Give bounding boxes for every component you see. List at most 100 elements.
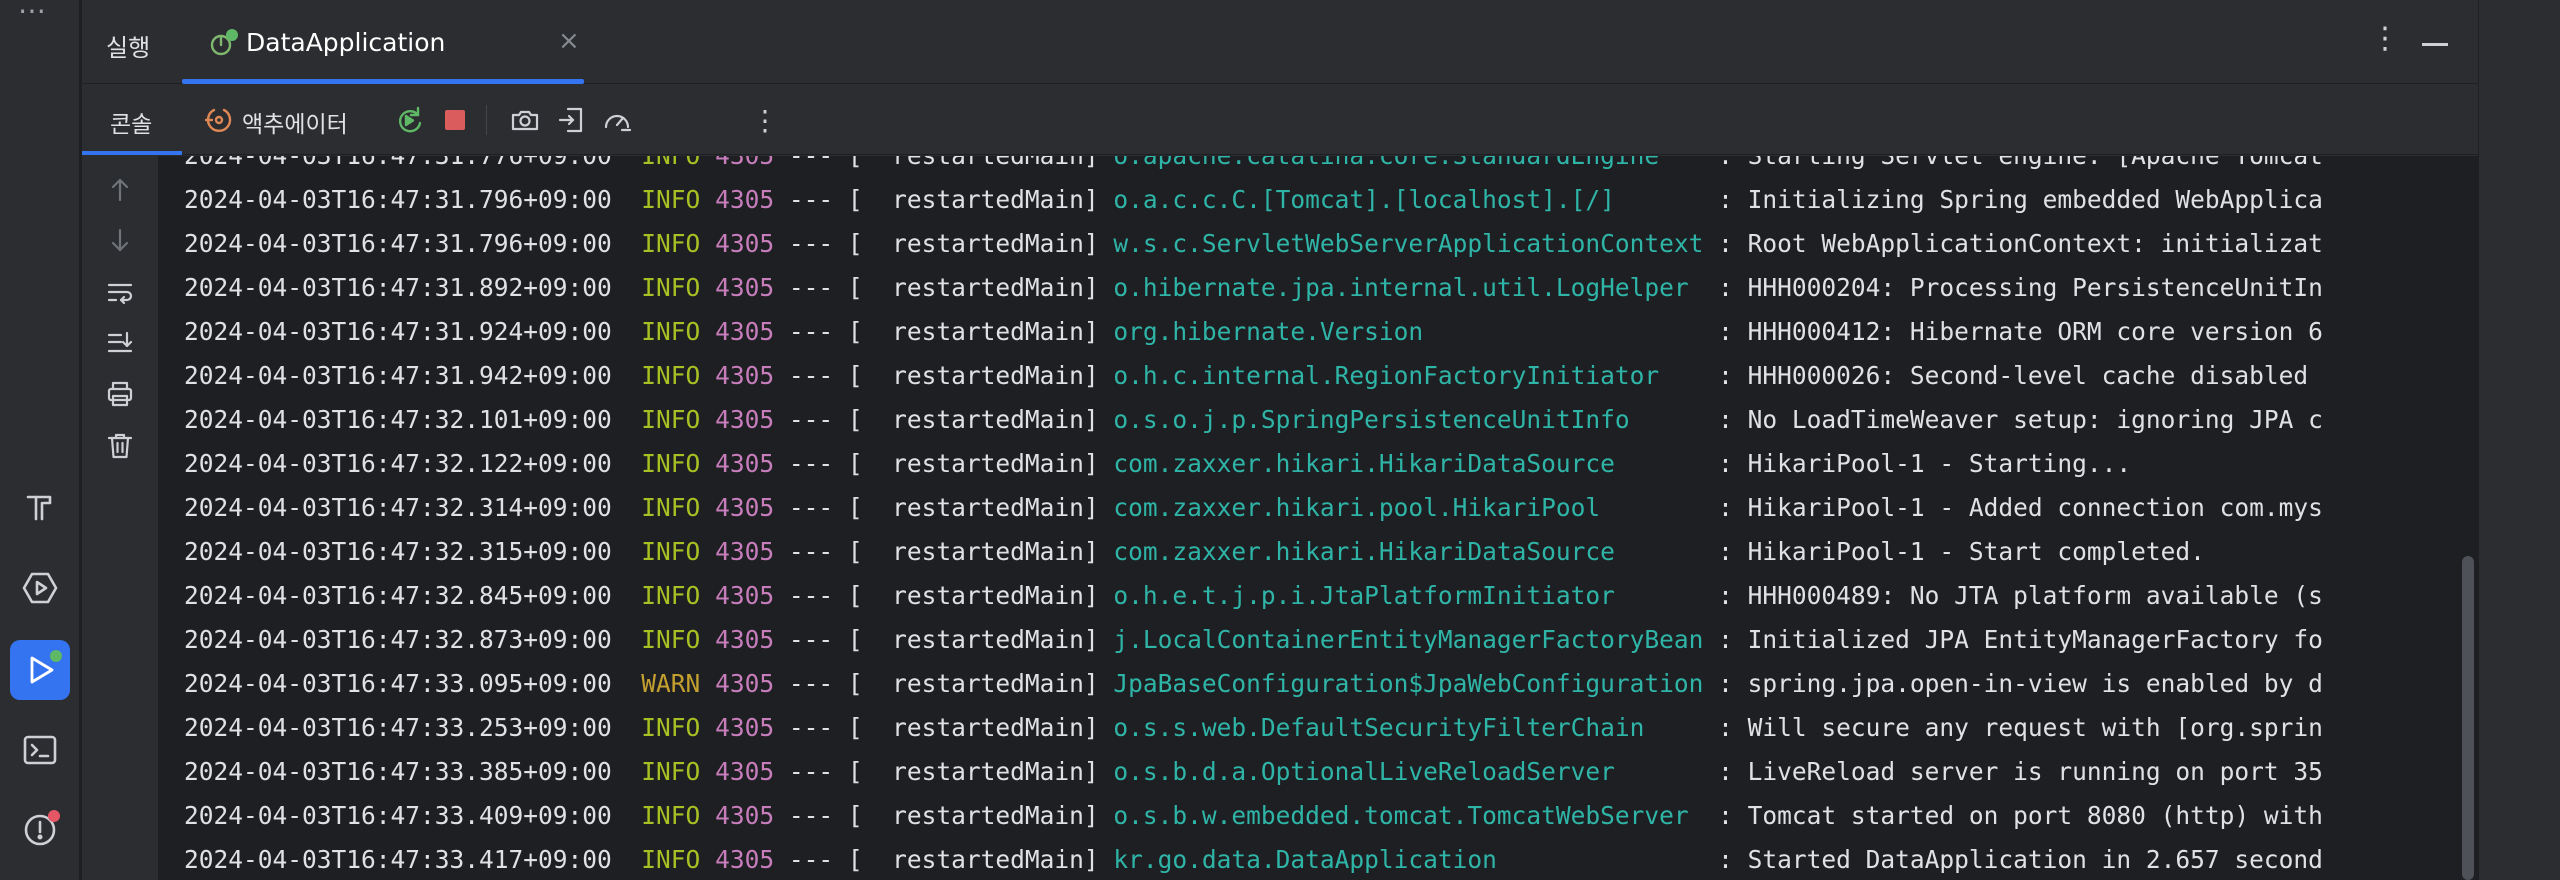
scrollbar-thumb[interactable] xyxy=(2462,556,2474,880)
log-message: : HHH000489: No JTA platform available (… xyxy=(1718,581,2323,610)
run-config-tab-label: DataApplication xyxy=(246,28,446,57)
main-menu-icon[interactable]: ⋯ xyxy=(18,0,48,27)
actuator-icon xyxy=(204,108,232,132)
console-toolbar: 콘솔 액추에이터 ⋮ xyxy=(82,85,2478,155)
log-padding xyxy=(1600,493,1718,522)
camera-icon[interactable] xyxy=(508,103,542,137)
services-icon[interactable] xyxy=(10,558,70,618)
minimize-icon[interactable] xyxy=(2422,43,2448,46)
toolbar-divider xyxy=(486,105,487,135)
log-thread: --- [ restartedMain] xyxy=(788,669,1099,698)
toolbar-more-icon[interactable]: ⋮ xyxy=(748,103,782,137)
console-output[interactable]: 2024-04-03T16:47:31.776+09:00 INFO 4305 … xyxy=(158,156,2478,880)
log-logger: j.LocalContainerEntityManagerFactoryBean xyxy=(1113,625,1704,654)
log-pid: 4305 xyxy=(715,229,775,258)
arrow-down-icon[interactable] xyxy=(102,222,138,258)
active-tab-indicator xyxy=(82,151,182,155)
log-message: : No LoadTimeWeaver setup: ignoring JPA … xyxy=(1718,405,2323,434)
log-pid: 4305 xyxy=(715,317,775,346)
log-pid: 4305 xyxy=(715,405,775,434)
log-line: 2024-04-03T16:47:33.417+09:00 INFO 4305 … xyxy=(184,838,2323,880)
log-level: WARN xyxy=(641,669,701,698)
run-icon[interactable] xyxy=(10,640,70,700)
log-padding xyxy=(1615,449,1718,478)
log-thread: --- [ restartedMain] xyxy=(789,156,1099,170)
log-padding xyxy=(1423,317,1718,346)
log-level: INFO xyxy=(641,801,701,830)
log-level: INFO xyxy=(641,185,701,214)
log-line: 2024-04-03T16:47:32.314+09:00 INFO 4305 … xyxy=(184,486,2323,530)
tool-window-title-bar: 실행 DataApplication × ⋮ xyxy=(82,0,2478,84)
log-line: 2024-04-03T16:47:33.385+09:00 INFO 4305 … xyxy=(184,750,2323,794)
log-logger: w.s.c.ServletWebServerApplicationContext xyxy=(1113,229,1704,258)
log-thread: --- [ restartedMain] xyxy=(788,449,1099,478)
problems-icon[interactable] xyxy=(10,800,70,860)
log-padding xyxy=(1703,669,1718,698)
soft-wrap-icon[interactable] xyxy=(102,274,138,310)
log-pid: 4305 xyxy=(715,581,775,610)
log-logger: com.zaxxer.hikari.pool.HikariPool xyxy=(1113,493,1601,522)
scroll-to-end-icon[interactable] xyxy=(102,324,138,360)
log-level: INFO xyxy=(641,405,701,434)
log-timestamp: 2024-04-03T16:47:33.409+09:00 xyxy=(184,801,612,830)
log-logger: o.s.b.d.a.OptionalLiveReloadServer xyxy=(1113,757,1615,786)
log-pid: 4305 xyxy=(715,493,775,522)
log-timestamp: 2024-04-03T16:47:33.417+09:00 xyxy=(184,845,612,874)
log-level: INFO xyxy=(641,273,701,302)
problems-error-dot xyxy=(48,810,60,822)
arrow-up-icon[interactable] xyxy=(102,172,138,208)
log-level: INFO xyxy=(641,361,701,390)
log-padding xyxy=(1615,537,1718,566)
log-message: : HHH000204: Processing PersistenceUnitI… xyxy=(1718,273,2323,302)
log-timestamp: 2024-04-03T16:47:33.253+09:00 xyxy=(184,713,612,742)
log-padding xyxy=(1689,273,1719,302)
profiler-icon[interactable] xyxy=(600,103,634,137)
log-thread: --- [ restartedMain] xyxy=(788,757,1099,786)
tab-console[interactable]: 콘솔 xyxy=(82,85,182,155)
log-message: : HHH000412: Hibernate ORM core version … xyxy=(1718,317,2323,346)
log-padding xyxy=(1659,156,1718,170)
log-pid: 4305 xyxy=(715,449,775,478)
log-timestamp: 2024-04-03T16:47:31.796+09:00 xyxy=(184,229,612,258)
trash-icon[interactable] xyxy=(102,428,138,464)
log-padding xyxy=(1644,713,1718,742)
log-padding xyxy=(1703,229,1718,258)
log-line: 2024-04-03T16:47:31.942+09:00 INFO 4305 … xyxy=(184,354,2323,398)
log-thread: --- [ restartedMain] xyxy=(788,273,1099,302)
console-scrollbar[interactable] xyxy=(2458,156,2478,880)
log-timestamp: 2024-04-03T16:47:31.796+09:00 xyxy=(184,185,612,214)
log-message: : Starting Servlet engine: [Apache Tomca… xyxy=(1718,156,2323,170)
restore-layout-icon[interactable] xyxy=(554,103,588,137)
more-options-icon[interactable]: ⋮ xyxy=(2370,24,2400,54)
log-logger: com.zaxxer.hikari.HikariDataSource xyxy=(1113,537,1615,566)
log-line: 2024-04-03T16:47:31.796+09:00 INFO 4305 … xyxy=(184,178,2323,222)
close-icon[interactable]: × xyxy=(558,28,580,54)
print-icon[interactable] xyxy=(102,376,138,412)
log-message: : Initialized JPA EntityManagerFactory f… xyxy=(1718,625,2323,654)
build-icon[interactable] xyxy=(10,478,70,538)
log-logger: JpaBaseConfiguration$JpaWebConfiguration xyxy=(1113,669,1704,698)
log-thread: --- [ restartedMain] xyxy=(788,713,1099,742)
terminal-icon[interactable] xyxy=(10,720,70,780)
log-timestamp: 2024-04-03T16:47:32.873+09:00 xyxy=(184,625,612,654)
log-thread: --- [ restartedMain] xyxy=(788,801,1099,830)
log-thread: --- [ restartedMain] xyxy=(788,229,1099,258)
log-level: INFO xyxy=(641,757,701,786)
log-timestamp: 2024-04-03T16:47:33.385+09:00 xyxy=(184,757,612,786)
log-level: INFO xyxy=(641,625,701,654)
log-message: : HikariPool-1 - Starting... xyxy=(1718,449,2132,478)
tab-actuator[interactable]: 액추에이터 xyxy=(200,85,380,155)
log-thread: --- [ restartedMain] xyxy=(788,361,1099,390)
run-window-title: 실행 xyxy=(106,34,151,62)
right-tool-strip xyxy=(2478,0,2560,880)
rerun-icon[interactable] xyxy=(392,103,426,137)
log-pid: 4305 xyxy=(715,713,775,742)
log-line: 2024-04-03T16:47:33.409+09:00 INFO 4305 … xyxy=(184,794,2323,838)
stop-icon[interactable] xyxy=(438,103,472,137)
log-pid: 4305 xyxy=(715,273,775,302)
log-padding xyxy=(1615,185,1718,214)
log-line: 2024-04-03T16:47:32.845+09:00 INFO 4305 … xyxy=(184,574,2323,618)
run-config-tab[interactable]: DataApplication × xyxy=(182,0,584,84)
log-thread: --- [ restartedMain] xyxy=(788,625,1099,654)
log-level: INFO xyxy=(641,449,701,478)
